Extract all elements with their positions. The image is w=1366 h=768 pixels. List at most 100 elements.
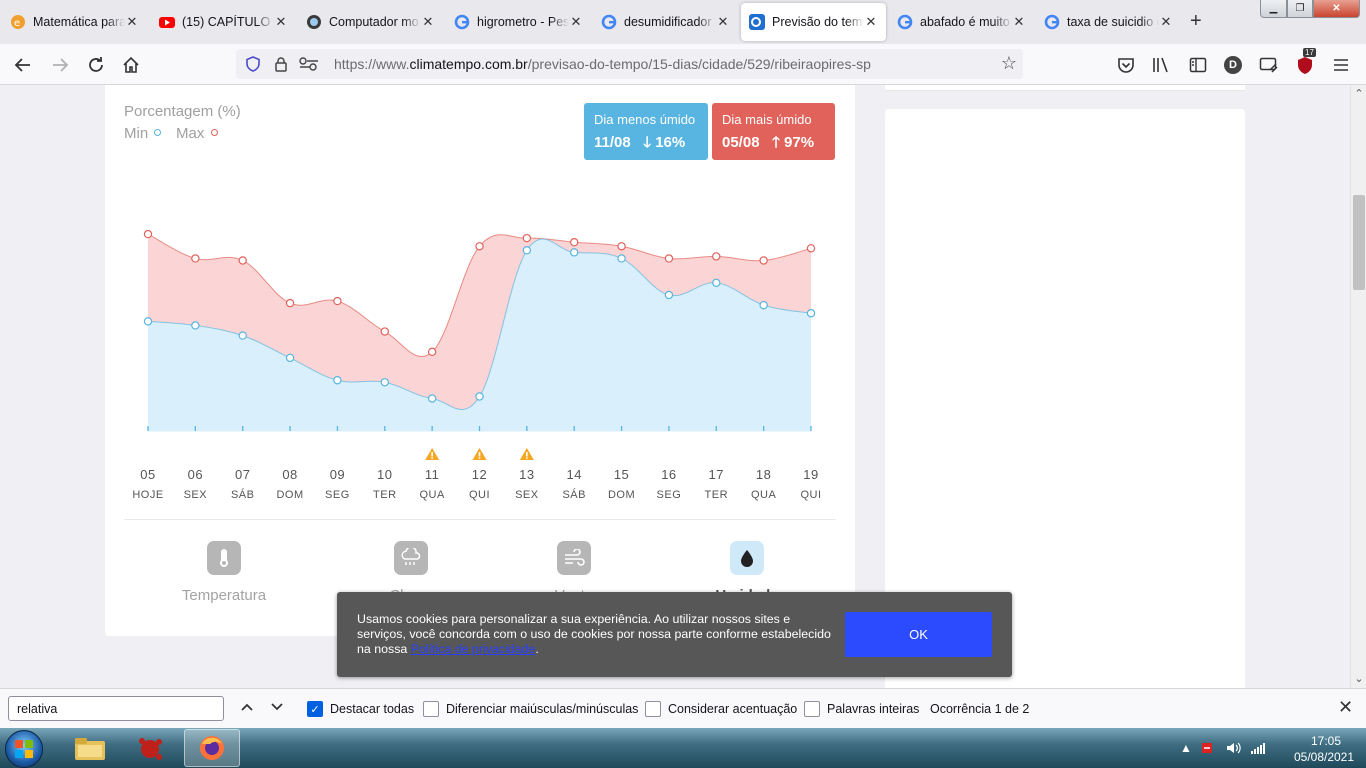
tab-title: taxa de suicidio g [1067,15,1159,29]
close-tab-icon[interactable]: ✕ [421,14,435,30]
youtube-icon [159,14,175,30]
tray-expand-icon[interactable]: ▲ [1180,741,1192,755]
back-button[interactable] [10,52,36,78]
ublock-icon[interactable]: 17 [1294,48,1316,76]
app-splash-icon [139,738,162,760]
url-path: /previsao-do-tempo/15-dias/cidade/529/ri… [527,56,871,72]
close-tab-icon[interactable]: ✕ [274,14,288,30]
tab-0[interactable]: e Matemática para ✕ [2,3,147,41]
tab-2[interactable]: Computador mo ✕ [298,3,443,41]
sidebar-icon[interactable] [1187,54,1209,76]
tab-title: Computador mo [329,15,419,29]
folder-icon [75,738,105,760]
close-tab-icon[interactable]: ✕ [864,14,878,30]
scroll-up-arrow-icon[interactable]: ⌃ [1351,85,1366,103]
maximize-window-button[interactable]: ❐ [1287,0,1313,18]
library-icon[interactable] [1151,54,1173,76]
url-prefix: https://www. [334,56,410,72]
new-tab-button[interactable]: + [1190,10,1202,32]
highlight-all-checkbox[interactable]: ✓ Destacar todas [307,701,414,717]
reload-icon [89,57,103,72]
tab-7[interactable]: taxa de suicidio g ✕ [1036,3,1181,41]
close-tab-icon[interactable]: ✕ [716,14,730,30]
account-avatar[interactable]: D [1222,54,1244,76]
firefox-icon [200,736,224,760]
close-tab-icon[interactable]: ✕ [1159,14,1173,30]
screenshot-extension-icon[interactable] [1258,54,1280,76]
app-taskbar-button[interactable] [122,729,178,767]
power-icon[interactable] [1201,741,1215,758]
tab-title: desumidificador [624,15,712,29]
privacy-policy-link[interactable]: Política de privacidade [411,642,536,656]
forward-button[interactable] [47,52,73,78]
find-input[interactable] [8,696,224,721]
bookmark-star-icon[interactable]: ☆ [1001,53,1017,74]
tab-strip: e Matemática para ✕ (15) CAPÍTULO 1 ✕ Co… [0,0,1366,44]
match-diacritics-checkbox[interactable]: Considerar acentuação [645,701,797,717]
scrollbar-thumb[interactable] [1353,195,1365,290]
windows-logo-icon [15,740,33,758]
tab-1[interactable]: (15) CAPÍTULO 1 ✕ [151,3,296,41]
permissions-icon[interactable] [298,54,320,74]
back-arrow-icon [14,58,30,72]
close-tab-icon[interactable]: ✕ [125,14,139,30]
svg-text:e: e [14,18,20,29]
site-icon [306,14,322,30]
tab-4[interactable]: desumidificador ✕ [593,3,738,41]
tab-3[interactable]: higrometro - Pes ✕ [446,3,591,41]
scroll-down-arrow-icon[interactable]: ⌄ [1351,670,1366,688]
file-explorer-taskbar-button[interactable] [62,729,118,767]
find-next-button[interactable] [269,699,285,720]
pocket-icon[interactable] [1115,54,1137,76]
minimize-window-button[interactable]: ▁ [1260,0,1287,18]
tab-title: abafado é muito [920,15,1010,29]
forward-arrow-icon [53,58,69,72]
system-tray: ▲ 17:05 05/08/2021 [1170,728,1366,768]
google-icon [1044,14,1060,30]
clock-time[interactable]: 17:05 [1296,734,1356,748]
close-findbar-icon[interactable]: ✕ [1338,697,1353,718]
ublock-badge: 17 [1303,48,1316,57]
highlight-all-label: Destacar todas [330,702,415,716]
close-tab-icon[interactable]: ✕ [1012,14,1026,30]
find-previous-button[interactable] [239,699,255,720]
firefox-taskbar-button[interactable] [184,729,240,767]
start-button[interactable] [5,730,43,768]
match-diacritics-label: Considerar acentuação [668,702,798,716]
close-window-button[interactable]: ✕ [1313,0,1360,18]
cookie-text: Usamos cookies para personalizar a sua e… [357,612,831,656]
match-case-label: Diferenciar maiúsculas/minúsculas [446,702,639,716]
google-icon [454,14,470,30]
tab-title: (15) CAPÍTULO 1 [182,15,274,29]
tab-5-active[interactable]: Previsão do temp ✕ [741,3,886,41]
google-icon [897,14,913,30]
climatempo-icon [749,14,765,30]
sidebar-top-panel [885,85,1245,91]
tab-title: Matemática para [33,15,125,29]
whole-words-checkbox[interactable]: Palavras inteiras [804,701,919,717]
address-bar[interactable]: https://www.climatempo.com.br/previsao-d… [236,49,1023,79]
volume-icon[interactable] [1226,741,1242,758]
match-case-checkbox[interactable]: Diferenciar maiúsculas/minúsculas [423,701,638,717]
google-icon [601,14,617,30]
find-status: Ocorrência 1 de 2 [930,702,1030,716]
clock-date[interactable]: 05/08/2021 [1286,750,1362,764]
account-initial: D [1229,59,1237,71]
shield-icon[interactable] [242,54,264,74]
navigation-toolbar: https://www.climatempo.com.br/previsao-d… [0,44,1366,85]
lock-icon[interactable] [270,54,292,74]
home-button[interactable] [118,52,144,78]
tab-title: higrometro - Pes [477,15,569,29]
url-text[interactable]: https://www.climatempo.com.br/previsao-d… [334,56,871,72]
close-tab-icon[interactable]: ✕ [569,14,583,30]
home-icon [123,56,139,73]
network-signal-icon[interactable] [1250,741,1266,758]
reload-button[interactable] [83,52,109,78]
tab-6[interactable]: abafado é muito ✕ [889,3,1034,41]
cookie-ok-button[interactable]: OK [845,612,992,657]
page-scrollbar[interactable]: ⌃ ⌄ [1350,85,1366,688]
windows-taskbar: ▲ 17:05 05/08/2021 [0,728,1366,768]
checkmark-icon: ✓ [307,701,323,717]
humidity-forecast-card [105,85,855,636]
menu-hamburger-icon[interactable] [1330,54,1352,76]
